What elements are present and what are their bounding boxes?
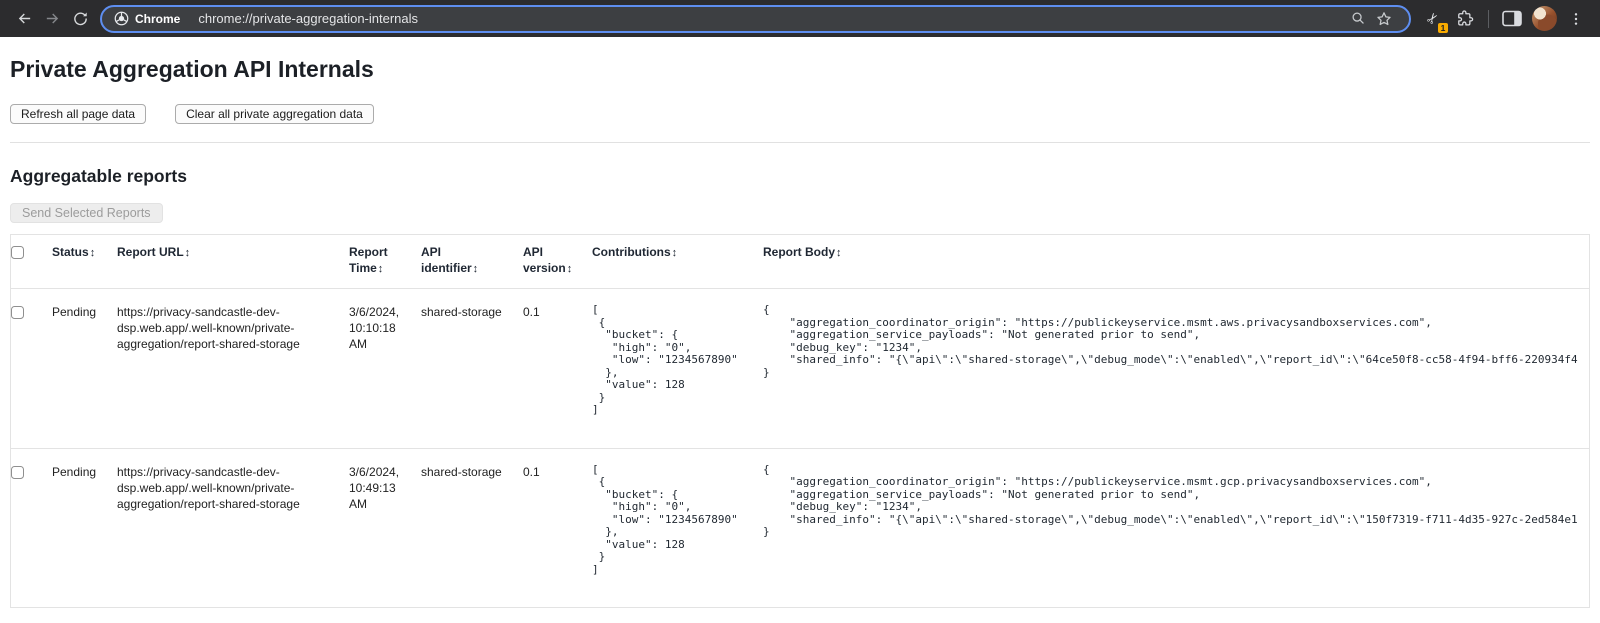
report-url-cell: https://privacy-sandcastle-dev-dsp.web.a… xyxy=(117,304,349,417)
column-header-report-body[interactable]: Report Body↕ xyxy=(763,244,1589,277)
back-arrow-icon xyxy=(16,10,33,27)
column-header-status[interactable]: Status↕ xyxy=(52,244,117,277)
forward-button[interactable] xyxy=(38,5,66,33)
kebab-menu-icon xyxy=(1568,10,1584,28)
clear-all-button[interactable]: Clear all private aggregation data xyxy=(175,104,374,124)
sort-icon: ↕ xyxy=(567,263,573,275)
browser-toolbar: Chrome chrome://private-aggregation-inte… xyxy=(0,0,1600,37)
sort-icon: ↕ xyxy=(473,263,479,275)
side-panel-button[interactable] xyxy=(1498,5,1526,33)
api-identifier-cell: shared-storage xyxy=(421,304,523,417)
sort-icon: ↕ xyxy=(378,263,384,275)
report-url-cell: https://privacy-sandcastle-dev-dsp.web.a… xyxy=(117,464,349,577)
avatar xyxy=(1532,6,1557,31)
row-checkbox[interactable] xyxy=(11,466,24,479)
report-time-cell: 3/6/2024, 10:10:18 AM xyxy=(349,304,421,417)
browser-menu-button[interactable] xyxy=(1562,5,1590,33)
page-actions: Refresh all page data Clear all private … xyxy=(10,104,1590,124)
puzzle-icon xyxy=(1456,9,1475,28)
chrome-chip: Chrome xyxy=(114,11,180,26)
bookmark-button[interactable] xyxy=(1371,6,1397,32)
toolbar-separator xyxy=(1488,10,1489,28)
page-content: Private Aggregation API Internals Refres… xyxy=(0,55,1600,608)
side-panel-icon xyxy=(1502,10,1522,27)
magnifier-icon xyxy=(1350,10,1367,27)
zoom-button[interactable] xyxy=(1345,6,1371,32)
profile-button[interactable] xyxy=(1530,5,1558,33)
page-title: Private Aggregation API Internals xyxy=(10,55,1590,83)
back-button[interactable] xyxy=(10,5,38,33)
api-version-cell: 0.1 xyxy=(523,304,592,417)
sort-icon: ↕ xyxy=(672,247,678,259)
send-selected-reports-button[interactable]: Send Selected Reports xyxy=(10,203,163,223)
status-cell: Pending xyxy=(52,304,117,417)
omnibox[interactable]: Chrome chrome://private-aggregation-inte… xyxy=(100,5,1411,33)
select-all-cell xyxy=(11,244,52,277)
reload-button[interactable] xyxy=(66,5,94,33)
contributions-cell: [ { "bucket": { "high": "0", "low": "123… xyxy=(592,464,763,577)
table-header-row: Status↕ Report URL↕ Report Time↕ API ide… xyxy=(11,235,1589,289)
star-icon xyxy=(1375,10,1393,28)
section-heading: Aggregatable reports xyxy=(10,166,1590,187)
column-header-api-identifier[interactable]: API identifier↕ xyxy=(421,244,523,277)
column-header-contributions[interactable]: Contributions↕ xyxy=(592,244,763,277)
select-all-checkbox[interactable] xyxy=(11,246,24,259)
chrome-chip-label: Chrome xyxy=(135,12,180,26)
report-body-cell: { "aggregation_coordinator_origin": "htt… xyxy=(763,304,1589,417)
reload-icon xyxy=(72,10,89,27)
refresh-all-button[interactable]: Refresh all page data xyxy=(10,104,146,124)
column-header-report-url[interactable]: Report URL↕ xyxy=(117,244,349,277)
table-row: Pending https://privacy-sandcastle-dev-d… xyxy=(11,289,1589,448)
sort-icon: ↕ xyxy=(90,247,96,259)
report-body-cell: { "aggregation_coordinator_origin": "htt… xyxy=(763,464,1589,577)
url-input[interactable]: chrome://private-aggregation-internals xyxy=(198,11,1345,26)
forward-arrow-icon xyxy=(44,10,61,27)
chrome-logo-icon xyxy=(114,11,129,26)
column-header-api-version[interactable]: API version↕ xyxy=(523,244,592,277)
report-time-cell: 3/6/2024, 10:49:13 AM xyxy=(349,464,421,577)
status-cell: Pending xyxy=(52,464,117,577)
section-divider xyxy=(10,142,1590,143)
row-select-cell xyxy=(11,464,52,577)
table-row: Pending https://privacy-sandcastle-dev-d… xyxy=(11,448,1589,608)
contributions-cell: [ { "bucket": { "high": "0", "low": "123… xyxy=(592,304,763,417)
sort-icon: ↕ xyxy=(185,247,191,259)
extension-badge: 1 xyxy=(1437,22,1449,34)
sort-icon: ↕ xyxy=(836,247,842,259)
aggregatable-reports-table: Status↕ Report URL↕ Report Time↕ API ide… xyxy=(10,234,1590,608)
api-version-cell: 0.1 xyxy=(523,464,592,577)
column-header-report-time[interactable]: Report Time↕ xyxy=(349,244,421,277)
row-select-cell xyxy=(11,304,52,417)
row-checkbox[interactable] xyxy=(11,306,24,319)
scissors-extension-button[interactable]: ✂ 1 xyxy=(1419,5,1447,33)
api-identifier-cell: shared-storage xyxy=(421,464,523,577)
extensions-button[interactable] xyxy=(1451,5,1479,33)
